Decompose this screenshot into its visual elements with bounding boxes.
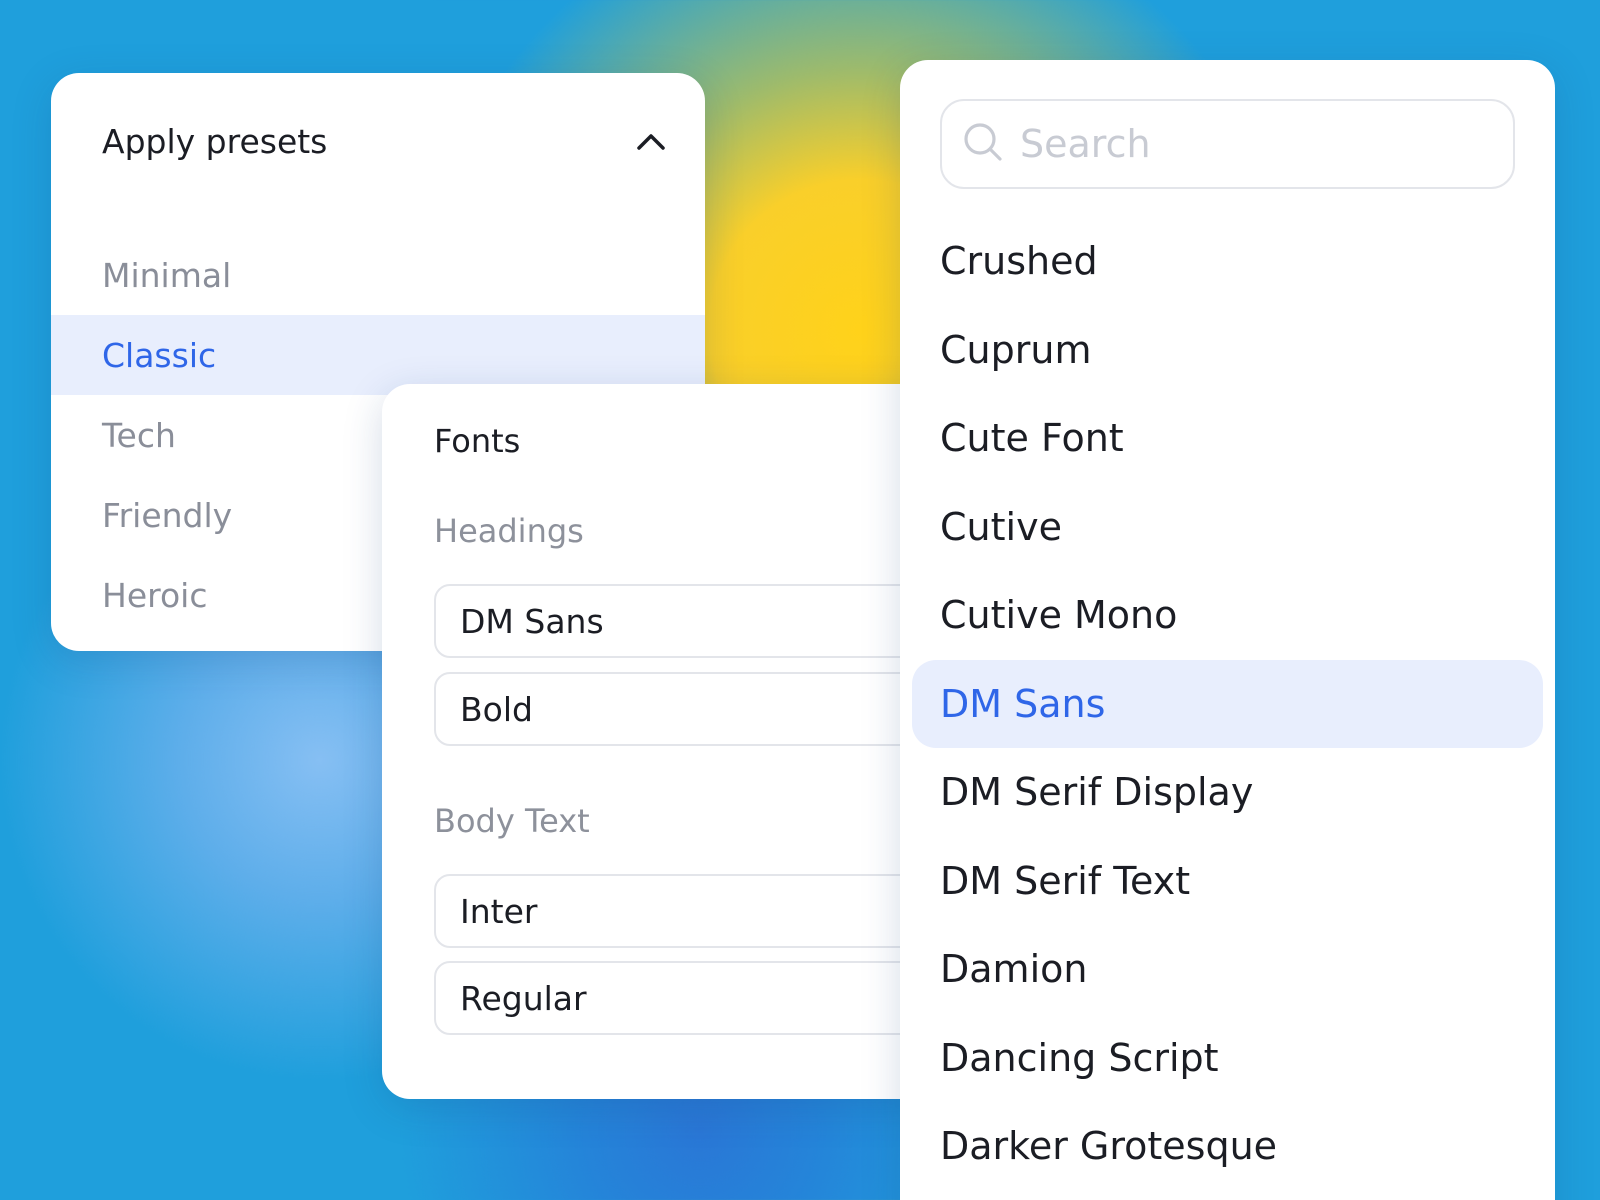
body-font-select[interactable]: Inter — [434, 874, 954, 948]
preset-item-classic[interactable]: Classic — [51, 315, 705, 395]
headings-font-select[interactable]: DM Sans — [434, 584, 954, 658]
font-item-cutive-mono[interactable]: Cutive Mono — [912, 571, 1543, 660]
search-box[interactable] — [940, 99, 1515, 189]
font-item-crushed[interactable]: Crushed — [912, 217, 1543, 306]
font-item-damion[interactable]: Damion — [912, 925, 1543, 1014]
fonts-title: Fonts — [434, 422, 521, 460]
chevron-up-icon[interactable] — [633, 123, 669, 159]
font-item-cuprum[interactable]: Cuprum — [912, 306, 1543, 395]
font-item-dm-serif-display[interactable]: DM Serif Display — [912, 748, 1543, 837]
headings-label: Headings — [434, 512, 584, 550]
headings-weight-select[interactable]: Bold — [434, 672, 954, 746]
search-icon — [962, 121, 1004, 167]
font-item-darker-grotesque[interactable]: Darker Grotesque — [912, 1102, 1543, 1191]
body-text-label: Body Text — [434, 802, 590, 840]
preset-item-minimal[interactable]: Minimal — [51, 235, 705, 315]
font-picker-panel: Crushed Cuprum Cute Font Cutive Cutive M… — [900, 60, 1555, 1200]
body-weight-select[interactable]: Regular — [434, 961, 954, 1035]
presets-header[interactable]: Apply presets — [102, 113, 669, 169]
font-item-dancing-script[interactable]: Dancing Script — [912, 1014, 1543, 1103]
font-item-dm-sans[interactable]: DM Sans — [912, 659, 1543, 748]
font-item-dm-serif-text[interactable]: DM Serif Text — [912, 837, 1543, 926]
font-list: Crushed Cuprum Cute Font Cutive Cutive M… — [912, 217, 1543, 1191]
fonts-panel: Fonts Headings DM Sans Bold Body Text In… — [382, 384, 954, 1099]
presets-title: Apply presets — [102, 121, 328, 161]
search-input[interactable] — [1020, 122, 1480, 166]
font-item-cutive[interactable]: Cutive — [912, 483, 1543, 572]
font-item-cute-font[interactable]: Cute Font — [912, 394, 1543, 483]
